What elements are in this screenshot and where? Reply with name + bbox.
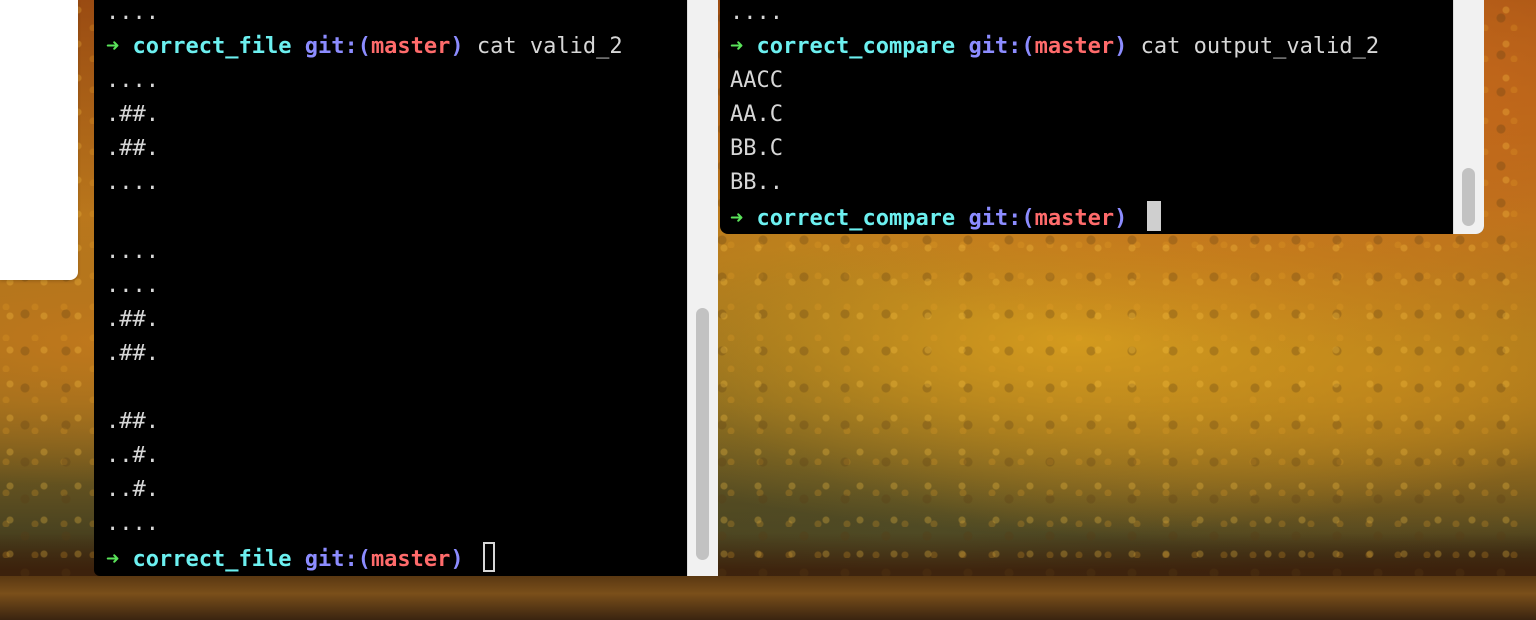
output-line: ..#. [106,443,159,469]
output-line: .##. [106,409,159,435]
terminal-output-right[interactable]: .... ➜ correct_compare git:(master) cat o… [730,0,1484,235]
prompt-git-label: git:( [968,34,1035,60]
output-line: BB.. [730,170,783,196]
prompt-git-label: git:( [304,34,371,60]
output-line: .... [106,238,159,264]
prompt-arrow-icon: ➜ [730,205,744,231]
terminal-window-left[interactable]: .... ➜ correct_file git:(master) cat vali… [94,0,718,576]
prompt-git-close: ) [1114,205,1128,231]
prompt-git-branch: master [370,34,451,60]
prompt-line: ➜ correct_compare git:(master) cat outpu… [730,30,1484,64]
prompt-git-label: git:( [304,546,371,572]
output-line: .##. [106,136,159,162]
prompt-directory: correct_compare [756,205,956,231]
scrollbar-thumb-left[interactable] [696,308,709,560]
output-line: .... [106,170,159,196]
output-line: .... [106,68,159,94]
output-line: .##. [106,306,159,332]
prompt-git-branch: master [1034,34,1115,60]
prompt-line: ➜ correct_compare git:(master) [730,200,1484,235]
prompt-directory: correct_compare [756,34,956,60]
terminal-cursor [1146,200,1161,231]
prompt-git-branch: master [1034,205,1115,231]
terminal-cursor [482,541,495,572]
scrollbar-right[interactable] [1453,0,1484,234]
output-line: .##. [106,102,159,128]
output-line: ..#. [106,477,159,503]
prompt-git-branch: master [370,546,451,572]
wallpaper-lake [0,576,1536,620]
prompt-git-close: ) [1114,34,1128,60]
prompt-arrow-icon: ➜ [730,34,744,60]
output-line: .... [730,0,783,25]
output-line: AACC [730,68,783,94]
prompt-command: cat valid_2 [476,34,623,60]
prompt-line: ➜ correct_file git:(master) cat valid_2 [106,30,718,64]
output-line: .... [106,511,159,537]
terminal-window-right[interactable]: .... ➜ correct_compare git:(master) cat o… [720,0,1484,234]
prompt-line: ➜ correct_file git:(master) [106,541,718,576]
prompt-command: cat output_valid_2 [1140,34,1380,60]
output-line: AA.C [730,102,783,128]
terminal-output-left[interactable]: .... ➜ correct_file git:(master) cat vali… [106,0,718,576]
prompt-directory: correct_file [132,546,292,572]
prompt-git-close: ) [450,34,464,60]
prompt-arrow-icon: ➜ [106,546,120,572]
prompt-directory: correct_file [132,34,292,60]
background-window-edge[interactable] [0,0,78,280]
prompt-git-close: ) [450,546,464,572]
output-line: .... [106,0,159,25]
output-line: .... [106,272,159,298]
prompt-git-label: git:( [968,205,1035,231]
scrollbar-left[interactable] [687,0,718,576]
output-line: .##. [106,340,159,366]
scrollbar-thumb-right[interactable] [1462,168,1475,226]
output-line: BB.C [730,136,783,162]
prompt-arrow-icon: ➜ [106,34,120,60]
